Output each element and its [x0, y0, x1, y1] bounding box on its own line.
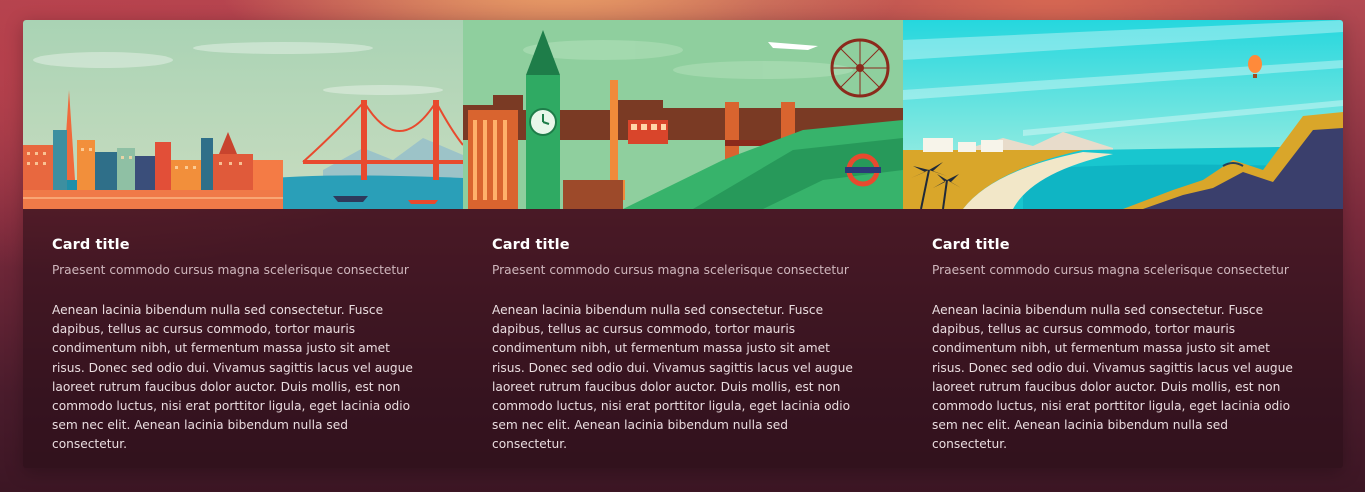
- card-body: Card title Praesent commodo cursus magna…: [23, 209, 463, 455]
- card-subtitle: Praesent commodo cursus magna scelerisqu…: [52, 263, 409, 277]
- card-image-london: [463, 20, 903, 209]
- card-beach[interactable]: Card title Praesent commodo cursus magna…: [903, 20, 1343, 468]
- card-group: Card title Praesent commodo cursus magna…: [23, 20, 1343, 468]
- card-body: Card title Praesent commodo cursus magna…: [463, 209, 903, 455]
- card-san-francisco[interactable]: Card title Praesent commodo cursus magna…: [23, 20, 463, 468]
- card-title: Card title: [492, 237, 570, 253]
- card-image-beach: [903, 20, 1343, 209]
- card-image-san-francisco: [23, 20, 463, 209]
- card-title: Card title: [932, 237, 1010, 253]
- card-text: Aenean lacinia bibendum nulla sed consec…: [492, 303, 853, 452]
- card-body: Card title Praesent commodo cursus magna…: [903, 209, 1343, 455]
- card-subtitle: Praesent commodo cursus magna scelerisqu…: [932, 263, 1289, 277]
- card-title: Card title: [52, 237, 130, 253]
- card-text: Aenean lacinia bibendum nulla sed consec…: [52, 303, 413, 452]
- card-subtitle: Praesent commodo cursus magna scelerisqu…: [492, 263, 849, 277]
- card-london[interactable]: Card title Praesent commodo cursus magna…: [463, 20, 903, 468]
- card-text: Aenean lacinia bibendum nulla sed consec…: [932, 303, 1293, 452]
